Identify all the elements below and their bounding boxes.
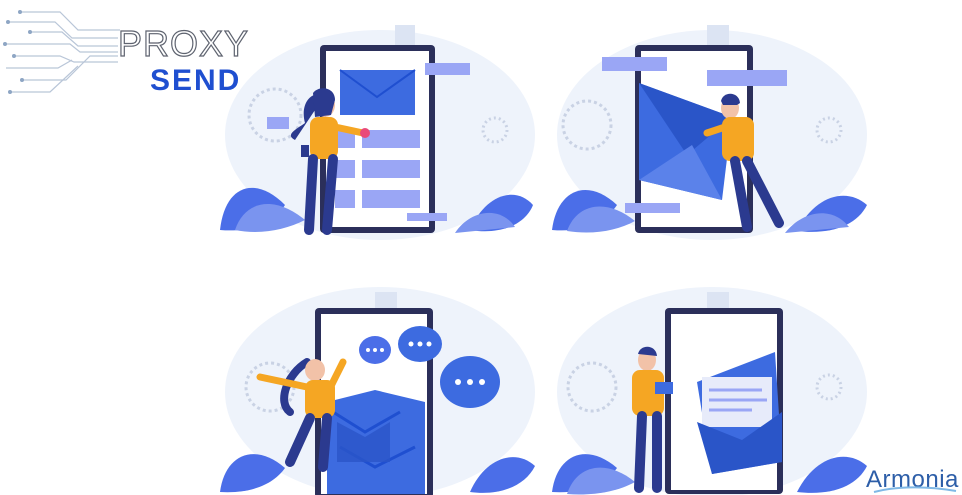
swoosh-icon	[873, 486, 957, 493]
illustration-woman-phone-envelope	[220, 25, 535, 240]
proxy-send-logo: PROXY SEND	[0, 0, 249, 105]
illustration-woman-chat-bubbles	[220, 287, 535, 495]
illustration-man-push-envelope	[552, 25, 867, 240]
illustration-man-open-envelope	[552, 287, 867, 495]
